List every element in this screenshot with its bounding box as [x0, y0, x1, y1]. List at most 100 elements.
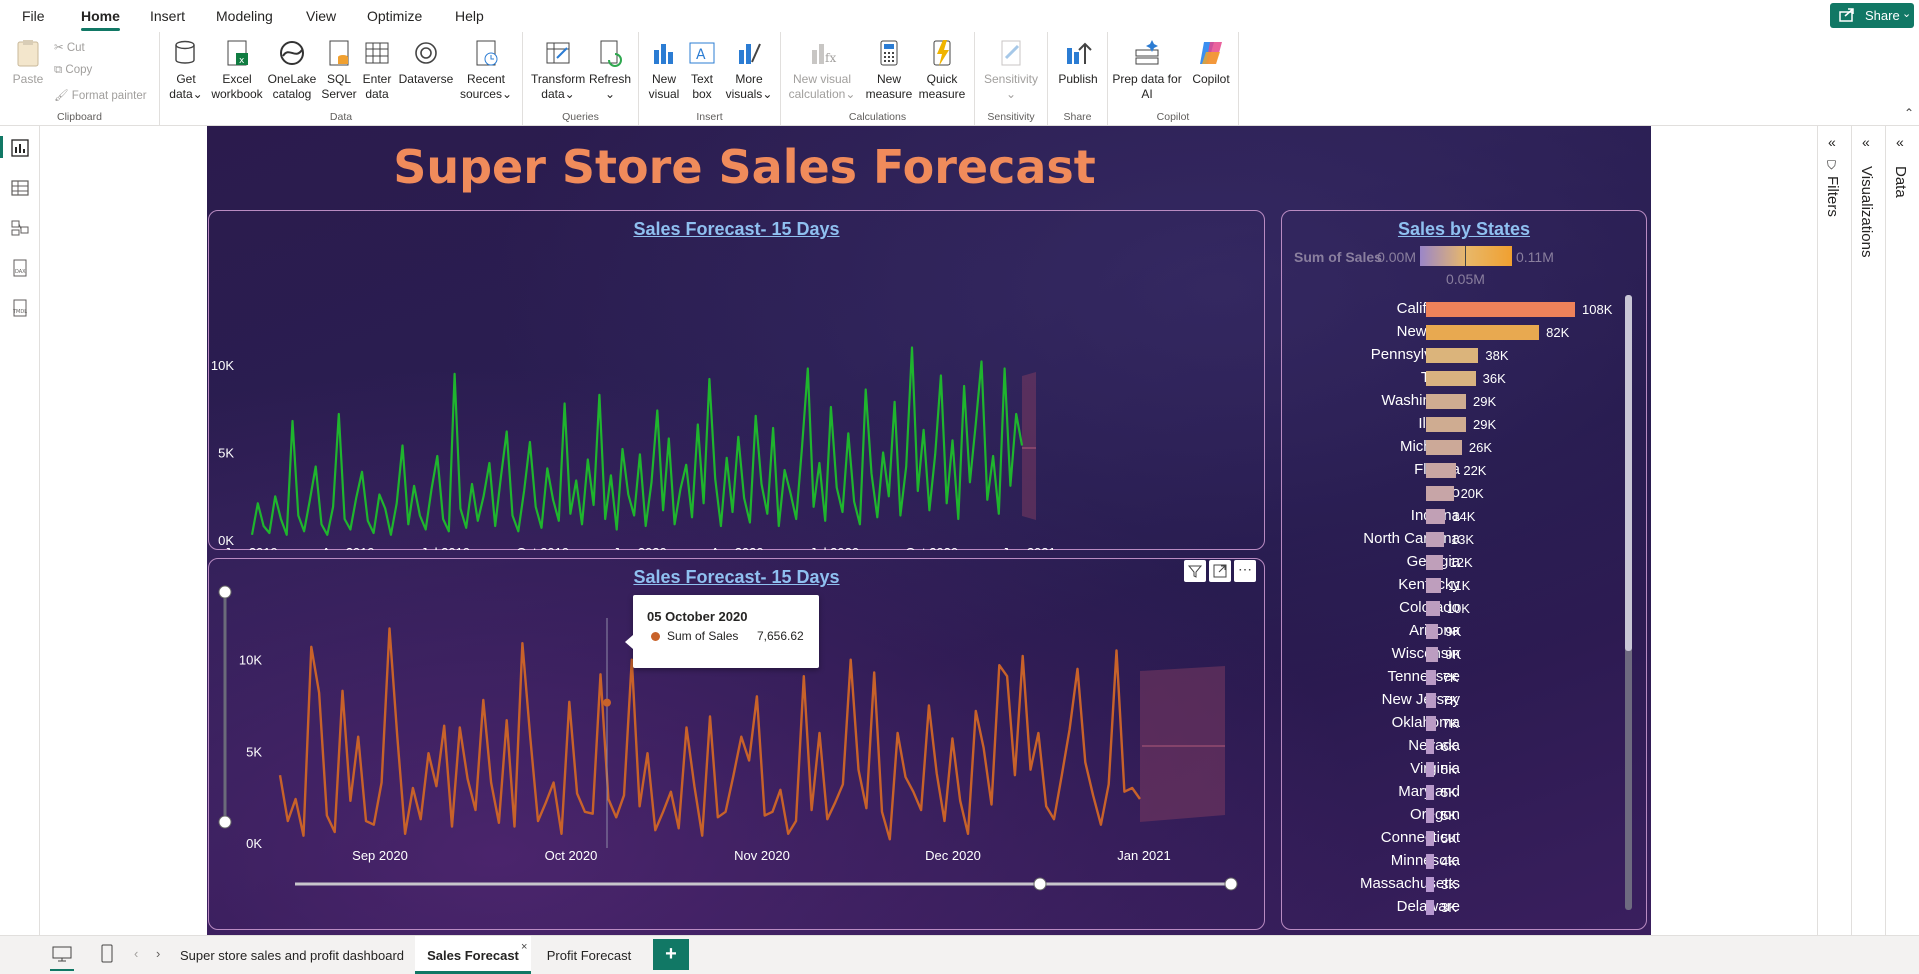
- state-bar[interactable]: [1426, 785, 1434, 800]
- menu-insert[interactable]: Insert: [150, 8, 185, 24]
- cut-button[interactable]: ✂ Cut: [54, 40, 85, 54]
- sensitivity-button[interactable]: Sensitivity ⌄: [979, 38, 1043, 102]
- state-bar[interactable]: [1426, 693, 1436, 708]
- state-bar[interactable]: [1426, 877, 1434, 892]
- filters-label: Filters: [1824, 176, 1841, 217]
- sales-by-states-chart[interactable]: Sales by States Sum of Sales 0.00M 0.11M…: [1281, 210, 1647, 930]
- state-value-label: 13K: [1450, 532, 1475, 547]
- state-bar[interactable]: [1426, 739, 1435, 754]
- recent-sources-button[interactable]: Recent sources⌄: [456, 38, 516, 102]
- state-value-label: 82K: [1546, 325, 1570, 340]
- enter-data-button[interactable]: Enter data: [360, 38, 394, 102]
- series-line: [250, 346, 1024, 536]
- sql-server-button[interactable]: SQL Server: [320, 38, 358, 102]
- state-bar[interactable]: [1426, 624, 1439, 639]
- x-tick-label: Oct 2020: [545, 848, 598, 863]
- quick-measure-button[interactable]: Quick measure: [915, 38, 969, 102]
- format-painter-button[interactable]: 🖌 Format painter: [54, 88, 147, 102]
- ribbon-group-data: Get data⌄ x Excel workbook OneLake catal…: [160, 32, 523, 126]
- dax-query-view-icon[interactable]: DAX: [10, 258, 30, 278]
- excel-workbook-button[interactable]: x Excel workbook: [210, 38, 264, 102]
- onelake-catalog-button[interactable]: OneLake catalog: [266, 38, 318, 102]
- filters-pane[interactable]: « ⛉ Filters: [1817, 126, 1851, 935]
- state-bar[interactable]: [1426, 348, 1479, 363]
- menu-modeling[interactable]: Modeling: [216, 8, 273, 24]
- paste-button[interactable]: Paste: [10, 38, 46, 87]
- focus-mode-button[interactable]: [1209, 560, 1231, 582]
- tab-profit-forecast[interactable]: Profit Forecast: [534, 936, 644, 974]
- prep-data-for-ai-button[interactable]: Prep data for AI: [1112, 38, 1182, 102]
- prev-page-icon[interactable]: ‹: [134, 946, 138, 961]
- text-box-button[interactable]: A Text box: [685, 38, 719, 102]
- state-bar[interactable]: [1426, 647, 1439, 662]
- scrollbar-thumb[interactable]: [1625, 295, 1632, 651]
- share-button[interactable]: Share ⌄: [1830, 3, 1914, 28]
- state-bar[interactable]: [1426, 440, 1462, 455]
- more-visuals-button[interactable]: More visuals⌄: [723, 38, 775, 102]
- state-bar[interactable]: [1426, 555, 1443, 570]
- menu-home[interactable]: Home: [81, 8, 120, 31]
- dataverse-button[interactable]: Dataverse: [398, 38, 454, 87]
- menu-help[interactable]: Help: [455, 8, 484, 24]
- tmdl-view-icon[interactable]: TMDL: [10, 298, 30, 318]
- new-measure-button[interactable]: New measure: [865, 38, 913, 102]
- transform-data-button[interactable]: Transform data⌄: [531, 38, 585, 102]
- new-visual-button[interactable]: New visual: [645, 38, 683, 102]
- state-bar[interactable]: [1426, 578, 1442, 593]
- state-bar[interactable]: [1426, 486, 1454, 501]
- copy-button[interactable]: ⧉ Copy: [54, 64, 92, 77]
- state-bar[interactable]: [1426, 532, 1444, 547]
- forecast-confidence-band: [1022, 372, 1036, 520]
- tab-sales-forecast[interactable]: Sales Forecast: [415, 936, 531, 974]
- share-group-label: Share: [1063, 111, 1092, 123]
- report-view-icon[interactable]: [10, 138, 30, 158]
- visualizations-pane[interactable]: « Visualizations: [1851, 126, 1885, 935]
- close-tab-icon[interactable]: ×: [521, 941, 527, 953]
- get-data-button[interactable]: Get data⌄: [166, 38, 206, 102]
- x-tick-label: Jan 2021: [1002, 545, 1056, 550]
- x-tick-label: Apr 2020: [711, 545, 764, 550]
- menu-file[interactable]: File: [22, 8, 45, 24]
- model-view-icon[interactable]: [10, 218, 30, 238]
- x-tick-label: Oct 2020: [905, 545, 958, 550]
- mobile-layout-icon[interactable]: [100, 944, 114, 964]
- state-bar[interactable]: [1426, 417, 1466, 432]
- state-bar[interactable]: [1426, 831, 1434, 846]
- state-bar[interactable]: [1426, 509, 1446, 524]
- focus-mode-icon: [1213, 564, 1227, 578]
- tab-super-store-dashboard[interactable]: Super store sales and profit dashboard: [172, 936, 412, 974]
- collapse-ribbon-icon[interactable]: ⌃: [1904, 106, 1914, 120]
- visual-calculation-icon: fx: [812, 44, 836, 65]
- table-view-icon[interactable]: [10, 178, 30, 198]
- state-bar[interactable]: [1426, 371, 1476, 386]
- state-bar[interactable]: [1426, 854, 1434, 869]
- state-bar[interactable]: [1426, 900, 1434, 915]
- add-page-button[interactable]: +: [653, 939, 689, 970]
- state-bar[interactable]: [1426, 394, 1466, 409]
- copilot-button[interactable]: Copilot: [1186, 38, 1236, 87]
- state-bar[interactable]: [1426, 670, 1436, 685]
- state-bar[interactable]: [1426, 302, 1575, 317]
- state-bar[interactable]: [1426, 463, 1457, 478]
- copilot-group-label: Copilot: [1156, 111, 1190, 123]
- filter-visual-button[interactable]: [1184, 560, 1206, 582]
- next-page-icon[interactable]: ›: [156, 946, 160, 961]
- expand-filters-icon[interactable]: «: [1828, 134, 1836, 150]
- new-visual-calculation-button[interactable]: fx New visual calculation⌄: [785, 38, 859, 102]
- refresh-button[interactable]: Refresh ⌄: [587, 38, 633, 102]
- expand-data-icon[interactable]: «: [1896, 134, 1904, 150]
- state-bar[interactable]: [1426, 762, 1434, 777]
- data-pane[interactable]: « Data: [1885, 126, 1919, 935]
- scrollbar-track[interactable]: [1625, 295, 1632, 910]
- publish-button[interactable]: Publish: [1054, 38, 1102, 87]
- more-options-button[interactable]: ⋯: [1234, 560, 1256, 582]
- menu-view[interactable]: View: [306, 8, 336, 24]
- state-bar[interactable]: [1426, 808, 1434, 823]
- state-bar[interactable]: [1426, 601, 1440, 616]
- excel-icon: x: [227, 40, 248, 66]
- desktop-layout-icon[interactable]: [52, 945, 72, 963]
- expand-visualizations-icon[interactable]: «: [1862, 134, 1870, 150]
- state-bar[interactable]: [1426, 716, 1436, 731]
- menu-optimize[interactable]: Optimize: [367, 8, 422, 24]
- state-bar[interactable]: [1426, 325, 1540, 340]
